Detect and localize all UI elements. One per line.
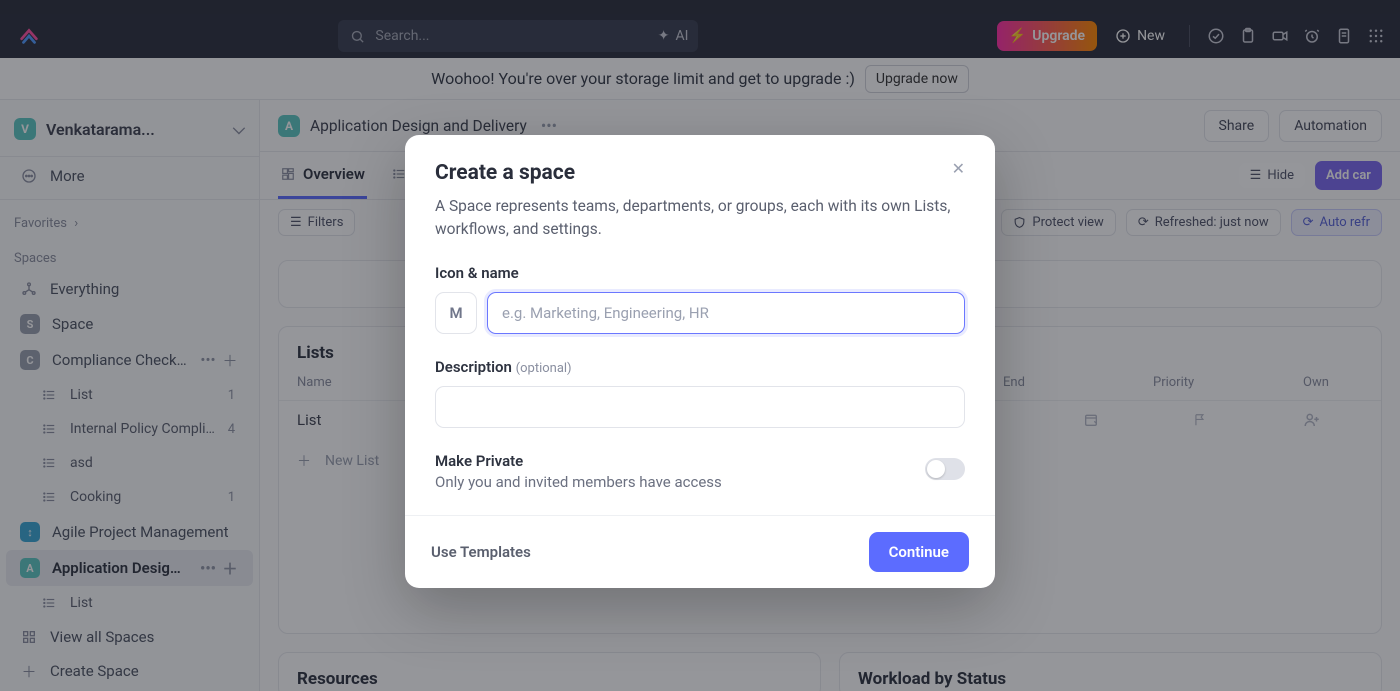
- modal-overlay[interactable]: ✕ Create a space A Space represents team…: [0, 0, 1400, 691]
- close-icon[interactable]: ✕: [952, 159, 965, 178]
- make-private-subtext: Only you and invited members have access: [435, 473, 911, 491]
- make-private-label: Make Private: [435, 452, 911, 470]
- private-toggle[interactable]: [925, 458, 965, 480]
- space-icon-picker[interactable]: M: [435, 292, 477, 334]
- space-description-input[interactable]: [435, 386, 965, 428]
- create-space-modal: ✕ Create a space A Space represents team…: [405, 135, 995, 588]
- modal-description: A Space represents teams, departments, o…: [435, 195, 965, 242]
- icon-name-label: Icon & name: [435, 264, 965, 282]
- use-templates-link[interactable]: Use Templates: [431, 543, 531, 561]
- description-label: Description (optional): [435, 358, 965, 376]
- space-name-input[interactable]: [487, 292, 965, 334]
- modal-title: Create a space: [435, 161, 965, 185]
- continue-button[interactable]: Continue: [869, 532, 969, 572]
